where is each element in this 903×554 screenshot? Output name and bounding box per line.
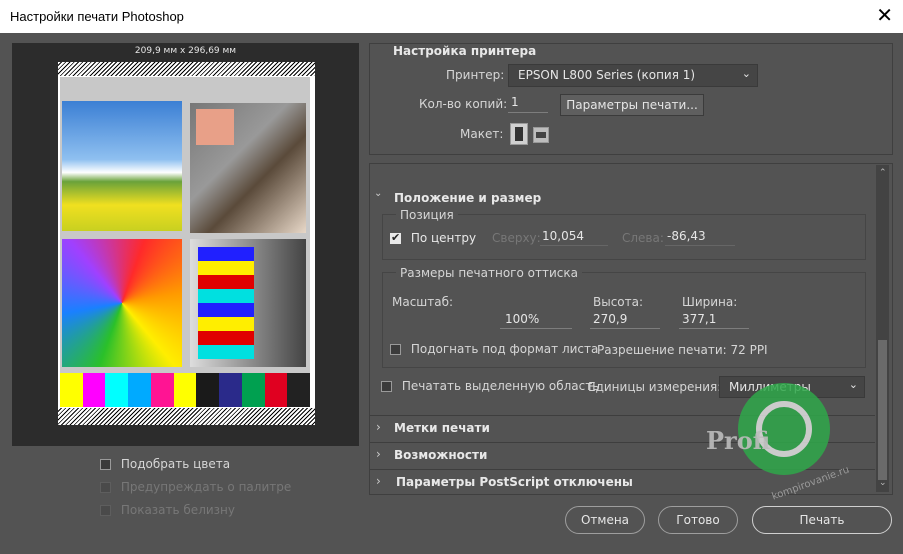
chevron-right-icon[interactable]: › bbox=[376, 420, 381, 434]
pinwheel-photo bbox=[62, 239, 182, 367]
title-bar: Настройки печати Photoshop ✕ bbox=[0, 0, 903, 33]
gamut-warning-label: Предупреждать о палитре bbox=[120, 480, 292, 494]
colorchart-photo bbox=[190, 239, 306, 367]
height-input[interactable]: 270,9 bbox=[590, 312, 660, 329]
color-bar bbox=[60, 373, 311, 407]
match-colors-label: Подобрать цвета bbox=[120, 457, 231, 471]
print-selected-label: Печатать выделенную область bbox=[401, 379, 600, 393]
print-marks-section[interactable]: Метки печати bbox=[394, 421, 490, 435]
done-button[interactable]: Готово bbox=[658, 506, 738, 534]
margin-bottom bbox=[58, 408, 315, 425]
cancel-button[interactable]: Отмена bbox=[565, 506, 645, 534]
match-colors-checkbox[interactable] bbox=[100, 459, 111, 470]
top-input: 10,054 bbox=[540, 229, 608, 246]
left-value: -86,43 bbox=[667, 229, 706, 243]
scale-label: Масштаб: bbox=[392, 295, 454, 309]
match-colors-option[interactable]: Подобрать цвета bbox=[100, 457, 230, 471]
top-value: 10,054 bbox=[542, 229, 584, 243]
gamut-warning-option: Предупреждать о палитре bbox=[100, 480, 291, 494]
scale-input[interactable]: 100% bbox=[500, 312, 572, 329]
copies-value: 1 bbox=[511, 95, 519, 109]
color-bar-swatch bbox=[82, 373, 106, 407]
center-option[interactable]: По центру bbox=[390, 231, 476, 245]
gamut-warning-checkbox bbox=[100, 482, 111, 493]
color-bar-swatch bbox=[264, 373, 288, 407]
center-label: По центру bbox=[410, 231, 477, 245]
printer-label: Принтер: bbox=[446, 68, 505, 82]
color-bar-swatch bbox=[173, 373, 197, 407]
watermark-text: Profi bbox=[706, 426, 771, 455]
scroll-up-icon[interactable]: ⌃ bbox=[879, 168, 887, 178]
paper-white-checkbox bbox=[100, 505, 111, 516]
fit-media-label: Подогнать под формат листа bbox=[410, 342, 599, 356]
copies-label: Кол-во копий: bbox=[419, 97, 508, 111]
close-icon[interactable]: ✕ bbox=[876, 4, 893, 26]
fit-media-checkbox[interactable] bbox=[390, 344, 401, 355]
skin-swatch bbox=[196, 109, 234, 145]
width-value: 377,1 bbox=[682, 312, 717, 326]
copies-input[interactable]: 1 bbox=[508, 95, 548, 113]
color-patches bbox=[198, 247, 254, 359]
width-input[interactable]: 377,1 bbox=[679, 312, 749, 329]
color-bar-swatch bbox=[287, 373, 311, 407]
paper-white-option: Показать белизну bbox=[100, 503, 235, 517]
position-size-header[interactable]: Положение и размер bbox=[394, 191, 541, 205]
printed-image bbox=[60, 77, 310, 407]
color-bar-swatch bbox=[196, 373, 220, 407]
paper-dimensions: 209,9 мм x 296,69 мм bbox=[134, 46, 237, 56]
print-size-group-title: Размеры печатного оттиска bbox=[396, 266, 582, 280]
scrollbar-thumb[interactable] bbox=[878, 340, 887, 480]
expanded-chevron-icon[interactable]: ⌄ bbox=[374, 188, 382, 199]
window-title: Настройки печати Photoshop bbox=[10, 9, 184, 24]
layout-label: Макет: bbox=[460, 127, 504, 141]
landscape-layout-icon[interactable] bbox=[533, 127, 549, 143]
left-input: -86,43 bbox=[665, 229, 735, 246]
postscript-section[interactable]: Параметры PostScript отключены bbox=[396, 475, 633, 489]
printer-setup-header: Настройка принтера bbox=[393, 44, 537, 58]
printer-select[interactable]: EPSON L800 Series (копия 1) ⌄ bbox=[508, 64, 758, 87]
color-bar-swatch bbox=[60, 373, 83, 407]
print-selected-checkbox[interactable] bbox=[381, 381, 392, 392]
chevron-right-icon[interactable]: › bbox=[376, 474, 381, 488]
scale-value: 100% bbox=[505, 312, 540, 326]
print-button[interactable]: Печать bbox=[752, 506, 892, 534]
color-bar-swatch bbox=[241, 373, 265, 407]
position-group-title: Позиция bbox=[396, 208, 458, 222]
print-resolution: Разрешение печати: 72 PPI bbox=[597, 343, 768, 357]
functions-section[interactable]: Возможности bbox=[394, 448, 487, 462]
center-checkbox[interactable] bbox=[390, 231, 401, 244]
print-selected-option[interactable]: Печатать выделенную область bbox=[381, 379, 599, 393]
left-label: Слева: bbox=[622, 231, 664, 245]
chevron-down-icon: ⌄ bbox=[741, 67, 751, 80]
color-bar-swatch bbox=[150, 373, 174, 407]
scroll-down-icon[interactable]: ⌄ bbox=[879, 478, 887, 488]
width-label: Ширина: bbox=[682, 295, 738, 309]
paper-sheet bbox=[58, 62, 315, 425]
color-bar-swatch bbox=[219, 373, 242, 407]
fit-media-option[interactable]: Подогнать под формат листа bbox=[390, 342, 598, 356]
margin-top bbox=[58, 62, 315, 76]
color-bar-swatch bbox=[105, 373, 129, 407]
portrait-layout-icon[interactable] bbox=[510, 123, 528, 145]
color-bar-swatch bbox=[128, 373, 151, 407]
chevron-right-icon[interactable]: › bbox=[376, 447, 381, 461]
portrait-photo bbox=[190, 103, 306, 233]
top-label: Сверху: bbox=[492, 231, 541, 245]
height-label: Высота: bbox=[593, 295, 644, 309]
paper-white-label: Показать белизну bbox=[120, 503, 235, 517]
print-settings-button[interactable]: Параметры печати... bbox=[560, 94, 704, 116]
landscape-photo bbox=[62, 101, 182, 231]
units-label: Единицы измерения: bbox=[588, 380, 722, 394]
printer-value: EPSON L800 Series (копия 1) bbox=[518, 68, 696, 82]
height-value: 270,9 bbox=[593, 312, 628, 326]
chevron-down-icon: ⌄ bbox=[848, 378, 858, 391]
